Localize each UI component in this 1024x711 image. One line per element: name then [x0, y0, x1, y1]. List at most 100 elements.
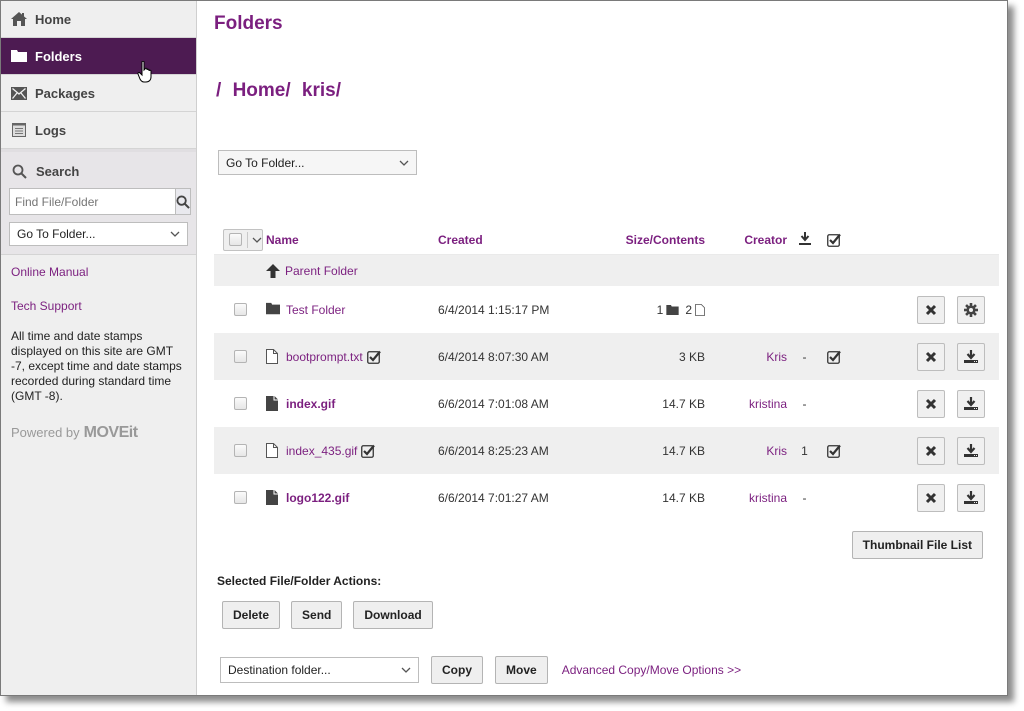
tech-support-link[interactable]: Tech Support: [11, 299, 186, 313]
creator-link[interactable]: Kris: [766, 350, 787, 364]
created-date: 6/6/2014 8:25:23 AM: [438, 443, 549, 458]
move-button[interactable]: Move: [495, 656, 548, 684]
destination-folder-value: Destination folder...: [228, 663, 331, 677]
parent-folder-link[interactable]: Parent Folder: [285, 264, 358, 278]
breadcrumb-kris[interactable]: kris/: [302, 80, 341, 101]
close-icon: [925, 398, 937, 410]
nav-item-logs[interactable]: Logs: [1, 112, 196, 149]
search-input[interactable]: [9, 188, 175, 215]
advanced-copy-move-link[interactable]: Advanced Copy/Move Options >>: [562, 663, 741, 677]
file-outline-icon: [266, 348, 280, 365]
destination-folder-select[interactable]: Destination folder...: [220, 657, 419, 683]
item-name-link[interactable]: logo122.gif: [286, 491, 349, 505]
download-count: 1: [801, 443, 808, 458]
chevron-down-icon: [252, 237, 262, 243]
delete-selected-button[interactable]: Delete: [222, 601, 281, 629]
checkbox-checked-icon: [827, 444, 841, 458]
table-row[interactable]: logo122.gif 6/6/2014 7:01:27 AM 14.7 KB kri…: [214, 474, 999, 521]
sidebar-goto-folder-select[interactable]: Go To Folder...: [9, 222, 188, 246]
breadcrumb-home[interactable]: Home/: [233, 80, 291, 101]
download-selected-button[interactable]: Download: [353, 601, 433, 629]
gear-icon: [964, 302, 978, 317]
item-name-link[interactable]: bootprompt.txt: [286, 350, 363, 364]
file-size: 3 KB: [678, 349, 705, 364]
column-checked[interactable]: [822, 233, 846, 247]
item-name-link[interactable]: Test Folder: [286, 303, 345, 317]
nav-label-home: Home: [35, 11, 72, 27]
row-checkbox[interactable]: [233, 491, 247, 504]
row-checkbox[interactable]: [233, 350, 247, 363]
select-all-checkbox[interactable]: [229, 233, 242, 246]
column-creator[interactable]: Creator: [705, 233, 787, 247]
copy-move-row: Destination folder... Copy Move Advanced…: [220, 656, 741, 684]
breadcrumb: / Home/ kris/: [216, 80, 347, 102]
search-icon: [11, 163, 27, 179]
file-outline-icon: [266, 442, 280, 459]
file-icon: [266, 395, 280, 412]
column-name[interactable]: Name: [266, 233, 438, 247]
checkbox-checked-icon: [366, 350, 381, 364]
parent-folder-row[interactable]: Parent Folder: [214, 255, 999, 286]
delete-item-button[interactable]: [917, 436, 945, 465]
close-icon: [925, 304, 937, 316]
online-manual-link[interactable]: Online Manual: [11, 265, 186, 279]
table-row[interactable]: index_435.gif 6/6/2014 8:25:23 AM 14.7 KB K…: [214, 427, 999, 474]
search-button[interactable]: [175, 188, 191, 215]
sidebar-goto-folder-value: Go To Folder...: [17, 227, 96, 241]
table-row[interactable]: bootprompt.txt 6/4/2014 8:07:30 AM 3 KB Kri…: [214, 333, 999, 380]
download-item-button[interactable]: [957, 483, 985, 512]
page-title: Folders: [214, 13, 283, 34]
chevron-down-icon: [399, 158, 409, 168]
main-content: Folders / Home/ kris/ Go To Folder... Na…: [198, 1, 1007, 695]
table-row[interactable]: Test Folder 6/4/2014 1:15:17 PM 1 2: [214, 286, 999, 333]
creator-link[interactable]: kristina: [749, 491, 787, 505]
download-item-button[interactable]: [957, 436, 985, 465]
selected-actions: Delete Send Download: [222, 601, 433, 629]
checkbox-checked-icon: [827, 350, 841, 364]
select-all-dropdown[interactable]: [223, 228, 263, 251]
file-table: Name Created Size/Contents Creator Paren…: [214, 225, 999, 521]
send-selected-button[interactable]: Send: [291, 601, 343, 629]
table-row[interactable]: index.gif 6/6/2014 7:01:08 AM 14.7 KB krist…: [214, 380, 999, 427]
chevron-down-icon: [170, 229, 180, 239]
nav-label-folders: Folders: [35, 48, 82, 64]
copy-button[interactable]: Copy: [431, 656, 483, 684]
close-icon: [925, 492, 937, 504]
delete-item-button[interactable]: [917, 295, 945, 324]
checkbox-checked-icon: [827, 233, 841, 247]
delete-item-button[interactable]: [917, 389, 945, 418]
creator-link[interactable]: kristina: [749, 397, 787, 411]
item-name-link[interactable]: index.gif: [286, 397, 335, 411]
nav-item-packages[interactable]: Packages: [1, 75, 196, 112]
download-count: -: [802, 349, 807, 364]
row-checkbox[interactable]: [233, 444, 247, 457]
folder-settings-button[interactable]: [957, 295, 985, 324]
delete-item-button[interactable]: [917, 483, 945, 512]
column-downloads[interactable]: [787, 231, 822, 248]
download-item-button[interactable]: [957, 342, 985, 371]
goto-folder-select[interactable]: Go To Folder...: [218, 150, 417, 175]
breadcrumb-root[interactable]: /: [216, 80, 221, 101]
file-size: 14.7 KB: [662, 443, 705, 458]
download-icon: [964, 443, 978, 458]
row-checkbox[interactable]: [233, 397, 247, 410]
created-date: 6/6/2014 7:01:27 AM: [438, 490, 549, 505]
nav-item-folders[interactable]: Folders: [1, 38, 196, 75]
log-icon: [11, 122, 27, 138]
download-item-button[interactable]: [957, 389, 985, 418]
powered-by-text: Powered by: [11, 425, 80, 440]
column-created[interactable]: Created: [438, 233, 588, 247]
download-count: -: [802, 490, 807, 505]
hand-cursor-icon: [137, 61, 152, 83]
item-name-link[interactable]: index_435.gif: [286, 444, 357, 458]
envelope-icon: [11, 85, 27, 101]
nav-item-home[interactable]: Home: [1, 1, 196, 38]
thumbnail-file-list-button[interactable]: Thumbnail File List: [851, 531, 983, 559]
chevron-down-icon: [401, 665, 411, 675]
close-icon: [925, 445, 937, 457]
creator-link[interactable]: Kris: [766, 444, 787, 458]
column-size[interactable]: Size/Contents: [588, 233, 705, 247]
delete-item-button[interactable]: [917, 342, 945, 371]
download-icon: [964, 396, 978, 411]
row-checkbox[interactable]: [233, 303, 247, 316]
